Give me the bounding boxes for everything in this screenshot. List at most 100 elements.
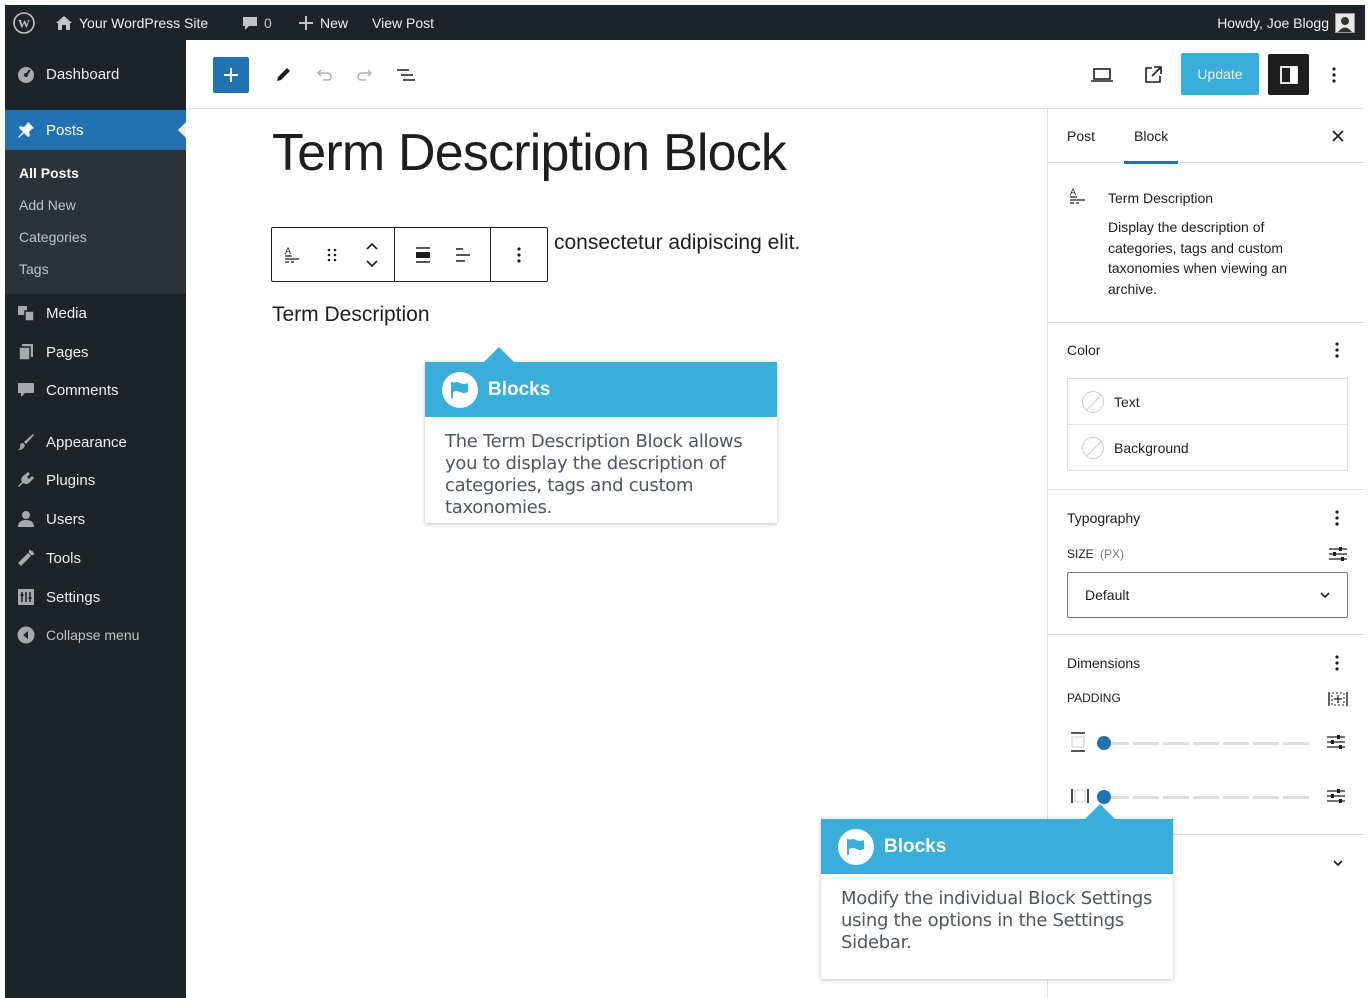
padding-vertical-slider[interactable] <box>1103 742 1311 745</box>
callout-header: Blocks <box>425 362 777 417</box>
typography-panel-options-button[interactable] <box>1327 508 1347 528</box>
color-text-item[interactable]: Text <box>1067 378 1348 425</box>
padding-vertical-slider-thumb[interactable] <box>1097 736 1111 750</box>
submenu-add-new[interactable]: Add New <box>19 197 76 213</box>
paragraph-block[interactable]: consectetur adipiscing elit. <box>554 231 800 255</box>
my-account-link[interactable]: Howdy, Joe Blogg <box>1217 5 1355 40</box>
padding-vertical-custom-toggle[interactable] <box>1324 730 1348 754</box>
sliders-icon <box>1327 735 1345 749</box>
drag-handle[interactable] <box>312 228 352 281</box>
view-post-link[interactable]: View Post <box>372 5 434 40</box>
color-panel-options-button[interactable] <box>1327 340 1347 360</box>
close-sidebar-button[interactable] <box>1326 124 1350 148</box>
padding-link-sides-button[interactable] <box>1326 687 1350 711</box>
font-size-value: Default <box>1085 587 1130 603</box>
menu-appearance[interactable]: Appearance <box>5 423 186 461</box>
term-description-block[interactable]: Term Description <box>272 303 430 327</box>
editor-header: Update <box>186 40 1365 109</box>
pushpin-icon <box>16 120 36 140</box>
howdy-text: Howdy, Joe Blogg <box>1217 14 1329 31</box>
view-post-external-button[interactable] <box>1136 58 1170 92</box>
paintbrush-icon <box>16 432 36 452</box>
empty-swatch-icon <box>1082 436 1104 459</box>
size-label: SIZE (PX) <box>1067 547 1124 561</box>
padding-horizontal-slider[interactable] <box>1103 796 1311 799</box>
chevron-down-icon <box>1333 860 1343 867</box>
flag-icon <box>838 828 874 865</box>
block-toolbar: A <box>271 227 548 282</box>
pencil-icon <box>277 68 290 81</box>
typography-panel: Typography SIZE (PX) Default <box>1048 490 1365 635</box>
text-align-button[interactable] <box>443 228 483 281</box>
term-description-icon: A <box>1070 187 1085 204</box>
tools-edit-button[interactable] <box>266 58 300 92</box>
block-card: A Term Description Display the descripti… <box>1048 164 1365 323</box>
align-wide-icon <box>415 246 430 263</box>
avatar <box>1335 12 1355 33</box>
vertical-ellipsis-icon <box>1332 67 1336 83</box>
padding-horizontal-custom-toggle[interactable] <box>1324 784 1348 808</box>
tab-post[interactable]: Post <box>1067 109 1095 163</box>
menu-pages[interactable]: Pages <box>5 333 186 371</box>
block-toolbar-group-block: A <box>272 228 395 281</box>
submenu-categories[interactable]: Categories <box>19 229 87 245</box>
list-view-button[interactable] <box>389 58 423 92</box>
flag-icon <box>442 371 478 408</box>
post-title[interactable]: Term Description Block <box>272 123 787 183</box>
wordpress-editor-window: W Your WordPress Site 0 New View Post Ho… <box>5 5 1365 998</box>
size-custom-toggle[interactable] <box>1326 542 1350 566</box>
options-menu-button[interactable] <box>1322 58 1346 92</box>
site-name-link[interactable]: Your WordPress Site <box>55 5 208 40</box>
plugin-icon <box>16 470 36 490</box>
wrench-icon <box>16 548 36 568</box>
color-background-item[interactable]: Background <box>1067 424 1348 471</box>
menu-plugins[interactable]: Plugins <box>5 461 186 499</box>
submenu-tags[interactable]: Tags <box>19 261 49 277</box>
font-size-select[interactable]: Default <box>1067 572 1348 618</box>
chevron-down-icon <box>1320 592 1330 599</box>
move-up-down-buttons[interactable] <box>352 228 392 281</box>
vertical-ellipsis-icon <box>1335 510 1339 526</box>
tab-block[interactable]: Block <box>1123 109 1179 164</box>
wordpress-logo-icon[interactable]: W <box>13 5 35 40</box>
dashboard-icon <box>16 64 36 84</box>
undo-button[interactable] <box>307 58 341 92</box>
padding-horizontal-slider-thumb[interactable] <box>1097 790 1111 804</box>
preview-device-button[interactable] <box>1085 58 1119 92</box>
svg-text:W: W <box>18 16 30 30</box>
block-align-button[interactable] <box>403 228 443 281</box>
settings-sidebar-toggle[interactable] <box>1268 54 1309 95</box>
block-options-button[interactable] <box>499 228 539 281</box>
submenu-all-posts[interactable]: All Posts <box>19 165 79 181</box>
comments-link[interactable]: 0 <box>242 5 272 40</box>
menu-users[interactable]: Users <box>5 500 186 538</box>
update-button[interactable]: Update <box>1181 53 1259 95</box>
plus-icon <box>224 68 238 82</box>
block-type-button[interactable]: A <box>272 228 312 281</box>
callout-arrow <box>484 347 514 362</box>
empty-swatch-icon <box>1082 390 1104 413</box>
menu-media-label: Media <box>46 304 87 322</box>
callout-title: Blocks <box>884 835 947 857</box>
menu-posts-label: Posts <box>46 121 84 139</box>
menu-pages-label: Pages <box>46 343 89 361</box>
menu-settings[interactable]: Settings <box>5 578 186 616</box>
menu-media[interactable]: Media <box>5 294 186 332</box>
admin-menu: Dashboard Posts All Posts Add New Catego… <box>5 40 186 998</box>
media-icon <box>16 303 36 323</box>
menu-posts[interactable]: Posts <box>5 110 186 150</box>
collapse-menu-button[interactable]: Collapse menu <box>5 616 186 654</box>
new-content-link[interactable]: New <box>298 5 348 40</box>
menu-settings-label: Settings <box>46 588 101 606</box>
block-inserter-button[interactable] <box>213 57 249 93</box>
redo-button[interactable] <box>348 58 382 92</box>
menu-tools[interactable]: Tools <box>5 539 186 577</box>
menu-appearance-label: Appearance <box>46 433 127 451</box>
svg-text:A: A <box>1070 187 1076 197</box>
box-sides-icon <box>1328 692 1348 706</box>
redo-icon <box>357 69 373 81</box>
sliders-icon <box>1329 547 1347 561</box>
menu-dashboard[interactable]: Dashboard <box>5 40 186 108</box>
dimensions-panel-options-button[interactable] <box>1327 653 1347 673</box>
menu-comments[interactable]: Comments <box>5 371 186 409</box>
